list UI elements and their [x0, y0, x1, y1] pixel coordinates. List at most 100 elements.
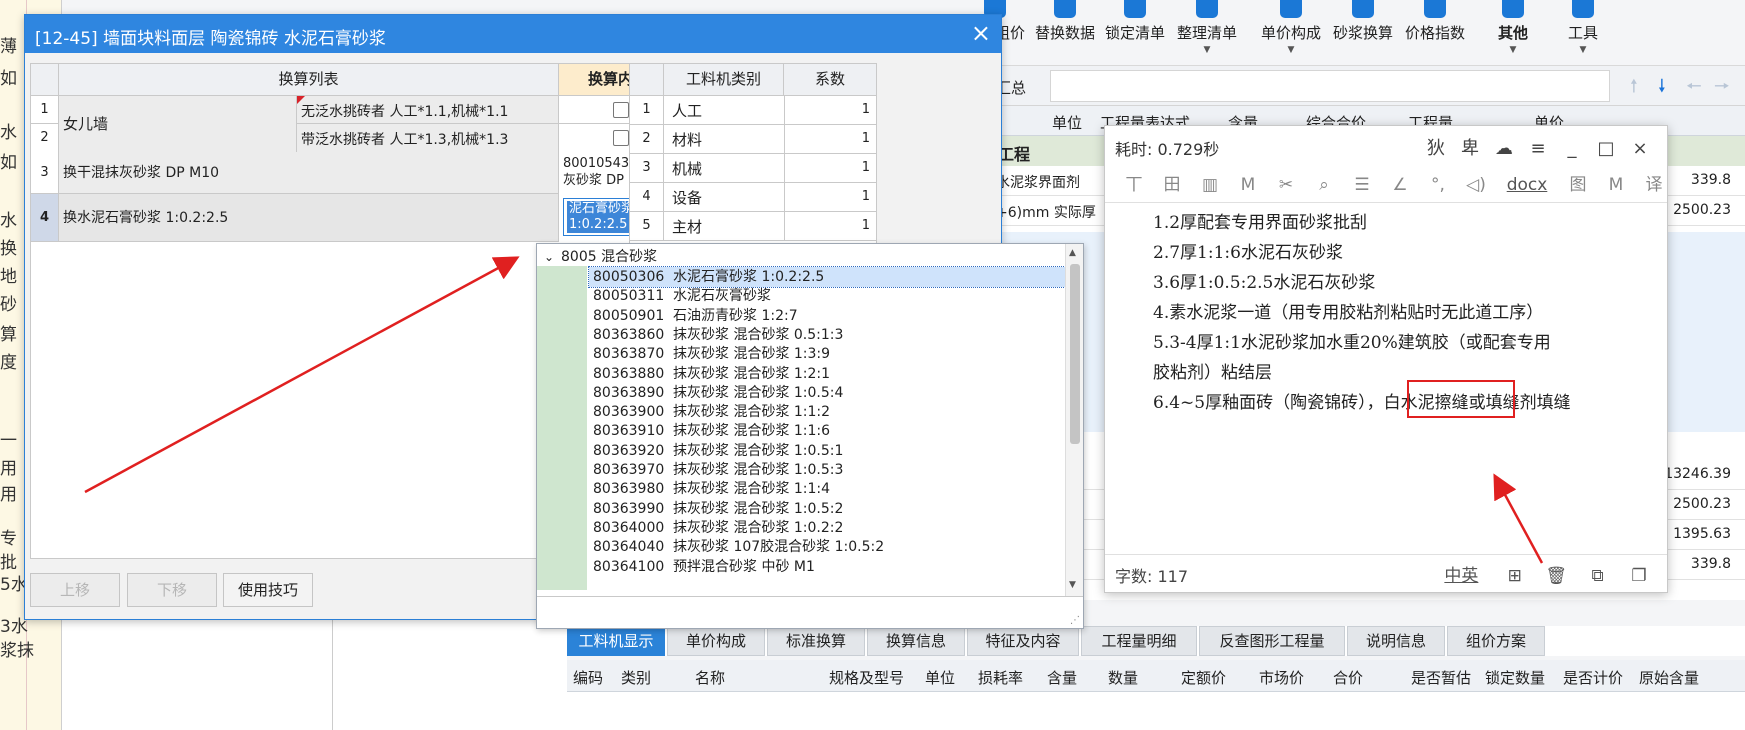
list-item[interactable]: 80363870 抹灰砂浆 混合砂浆 1:3:9: [589, 344, 1065, 364]
edit-icon[interactable]: ∠: [1381, 175, 1419, 195]
bottom-tab[interactable]: 工程量明细: [1081, 626, 1197, 656]
window-controls: 狄卑 ☁ ≡ _ □ ×: [1419, 134, 1657, 160]
move-left-icon[interactable]: 🠔: [1686, 74, 1702, 104]
pin-text-icon[interactable]: 狄: [1419, 134, 1453, 160]
list-item[interactable]: 80364000 抹灰砂浆 混合砂浆 1:0.2:2: [589, 518, 1065, 538]
resource-column-header: 规格及型号: [829, 669, 905, 687]
table-row[interactable]: 4 设备 1: [630, 183, 876, 212]
ribbon-button-9[interactable]: 工具 ▼: [1548, 0, 1618, 66]
cut-icon[interactable]: ✂: [1267, 175, 1305, 195]
ribbon-button-8[interactable]: 其他 ▼: [1488, 0, 1538, 66]
close-icon[interactable]: ×: [971, 19, 991, 47]
list-item[interactable]: 80363990 抹灰砂浆 混合砂浆 1:0.5:2: [589, 499, 1065, 519]
list-item[interactable]: 80363890 抹灰砂浆 混合砂浆 1:0.5:4: [589, 383, 1065, 403]
table-row[interactable]: 3 机械 1: [630, 154, 876, 183]
list-item[interactable]: 80363910 抹灰砂浆 混合砂浆 1:1:6: [589, 421, 1065, 441]
ribbon-button-7[interactable]: 价格指数: [1400, 0, 1470, 66]
move-up-icon[interactable]: 🠕: [1630, 74, 1638, 104]
bottom-tab[interactable]: 说明信息: [1347, 626, 1445, 656]
list-item[interactable]: 80363970 抹灰砂浆 混合砂浆 1:0.5:3: [589, 460, 1065, 480]
translate-icon[interactable]: 译: [1635, 170, 1673, 195]
bottom-tab[interactable]: 工料机显示: [567, 626, 665, 656]
ribbon-button-2[interactable]: 替换数据: [1030, 0, 1100, 66]
material-code: 80363970: [593, 462, 665, 478]
move-right-icon[interactable]: 🠖: [1714, 74, 1730, 104]
table-row[interactable]: 2 材料 1: [630, 125, 876, 154]
table-row[interactable]: 5 主材 1: [630, 212, 876, 241]
punctuation-icon[interactable]: °,: [1419, 175, 1457, 195]
markdown-export-icon[interactable]: M: [1597, 175, 1635, 195]
list-item[interactable]: 80363880 抹灰砂浆 混合砂浆 1:2:1: [589, 364, 1065, 384]
copy-icon[interactable]: ⧉: [1580, 566, 1616, 586]
ribbon-button-5[interactable]: 单价构成 ▼: [1256, 0, 1326, 66]
list-item[interactable]: 80050311 水泥石灰膏砂浆: [589, 286, 1065, 306]
list-item[interactable]: 80050901 石油沥青砂浆 1:2:7: [589, 306, 1065, 326]
chevron-down-icon[interactable]: ▼: [1548, 45, 1618, 55]
list-item[interactable]: 80363860 抹灰砂浆 混合砂浆 0.5:1:3: [589, 325, 1065, 345]
bottom-tab[interactable]: 反查图形工程量: [1199, 626, 1345, 656]
move-down-icon[interactable]: 🠗: [1658, 74, 1666, 104]
tree-root[interactable]: ⌄ 8005 混合砂浆: [537, 246, 657, 268]
copy-all-icon[interactable]: ❐: [1621, 566, 1657, 586]
coefficient-value[interactable]: 1: [784, 154, 876, 182]
speaker-icon[interactable]: ◁): [1457, 175, 1495, 195]
grid-column-header: 单位: [1052, 114, 1083, 132]
minimize-icon[interactable]: _: [1555, 138, 1589, 159]
ribbon-button-label: 砂浆换算: [1332, 24, 1393, 42]
row-number: 2: [31, 124, 59, 152]
background-text: 地: [0, 267, 17, 287]
chevron-down-icon[interactable]: ▼: [1488, 45, 1538, 55]
usage-tips-button[interactable]: 使用技巧: [223, 573, 313, 607]
scrollbar-thumb[interactable]: [1070, 264, 1080, 444]
pin-window-icon[interactable]: 卑: [1453, 134, 1487, 160]
list-item[interactable]: 80050306 水泥石膏砂浆 1:0.2:2.5: [588, 266, 1066, 288]
chevron-down-icon[interactable]: ⌄: [537, 250, 561, 264]
coefficient-value[interactable]: 1: [784, 212, 876, 240]
coefficient-header: 系数: [784, 64, 876, 96]
scroll-up-icon[interactable]: ▲: [1069, 248, 1076, 258]
bottom-tab[interactable]: 特征及内容: [967, 626, 1079, 656]
language-toggle[interactable]: 中英: [1431, 561, 1491, 586]
coefficient-value[interactable]: 1: [784, 183, 876, 211]
image-icon[interactable]: 图: [1559, 170, 1597, 195]
list-item[interactable]: 80363920 抹灰砂浆 混合砂浆 1:0.5:1: [589, 441, 1065, 461]
move-down-button[interactable]: 下移: [127, 573, 217, 607]
scroll-down-icon[interactable]: ▼: [1069, 580, 1076, 590]
text-format-icon[interactable]: 丅: [1115, 170, 1153, 195]
bottom-tab[interactable]: 标准换算: [767, 626, 865, 656]
list-item[interactable]: 80364040 抹灰砂浆 107胶混合砂浆 1:0.5:2: [589, 537, 1065, 557]
chevron-down-icon[interactable]: ▼: [1256, 45, 1326, 55]
list-item[interactable]: 80363900 抹灰砂浆 混合砂浆 1:1:2: [589, 402, 1065, 422]
bottom-tab[interactable]: 组价方案: [1447, 626, 1545, 656]
close-icon[interactable]: ×: [1623, 138, 1657, 159]
ribbon-button-4[interactable]: 整理清单 ▼: [1172, 0, 1242, 66]
list-icon[interactable]: ☰: [1343, 175, 1381, 195]
columns-icon[interactable]: ▥: [1191, 175, 1229, 195]
table-icon[interactable]: 田: [1153, 170, 1191, 195]
grid-search-input[interactable]: [1050, 70, 1610, 102]
cloud-icon[interactable]: ☁: [1487, 138, 1521, 159]
option-checkbox[interactable]: [613, 130, 629, 146]
delete-icon[interactable]: 🗑: [1538, 566, 1574, 586]
list-item[interactable]: 80363980 抹灰砂浆 混合砂浆 1:1:4: [589, 479, 1065, 499]
markdown-icon[interactable]: M: [1229, 175, 1267, 195]
bottom-tab[interactable]: 单价构成: [667, 626, 765, 656]
menu-icon[interactable]: ≡: [1521, 138, 1555, 159]
list-item[interactable]: 80364100 预拌混合砂浆 中砂 M1: [589, 557, 1065, 577]
bottom-tab[interactable]: 换算信息: [867, 626, 965, 656]
dropdown-scrollbar[interactable]: ▲ ▼: [1065, 244, 1083, 596]
coefficient-value[interactable]: 1: [784, 96, 876, 124]
option-checkbox[interactable]: [613, 102, 629, 118]
chevron-down-icon[interactable]: ▼: [1172, 45, 1242, 55]
ribbon-button-3[interactable]: 锁定清单: [1100, 0, 1170, 66]
insert-icon[interactable]: ⊞: [1497, 566, 1533, 586]
maximize-icon[interactable]: □: [1589, 138, 1623, 159]
search-icon[interactable]: ⌕: [1305, 175, 1343, 195]
export-docx-button[interactable]: docx: [1495, 175, 1559, 195]
move-up-button[interactable]: 上移: [30, 573, 120, 607]
ribbon-button-6[interactable]: 砂浆换算: [1328, 0, 1398, 66]
group-label: 女儿墙: [59, 96, 297, 152]
resize-grip-icon[interactable]: ⋰: [1070, 615, 1080, 626]
coefficient-value[interactable]: 1: [784, 125, 876, 153]
table-row[interactable]: 1 人工 1: [630, 96, 876, 125]
